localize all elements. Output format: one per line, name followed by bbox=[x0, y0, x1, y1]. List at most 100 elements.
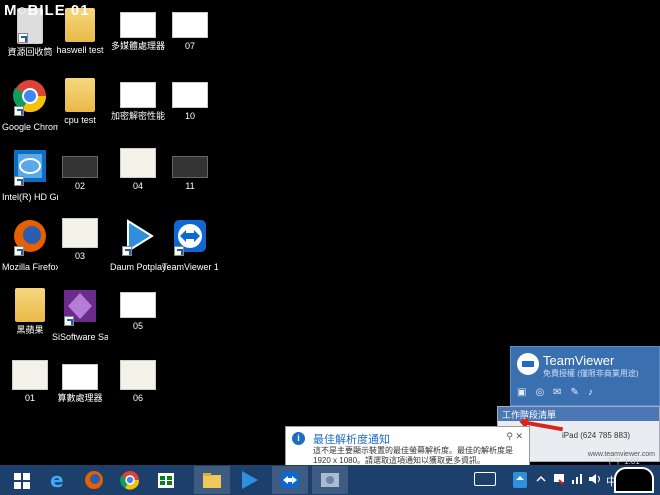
desktop-icon-file-04[interactable]: 04 bbox=[110, 148, 166, 192]
desktop-icon-label: 黑蘋果 bbox=[16, 325, 44, 335]
teamviewer-icon bbox=[281, 472, 299, 488]
desktop-icon-file-01[interactable]: 01 bbox=[2, 360, 58, 404]
taskbar-firefox[interactable] bbox=[76, 466, 112, 494]
file-05-icon bbox=[120, 292, 156, 318]
notification-title: 最佳解析度通知 bbox=[313, 434, 390, 446]
file-07-icon bbox=[172, 12, 208, 38]
cpu-test-icon bbox=[65, 78, 95, 112]
shortcut-arrow-icon bbox=[14, 176, 24, 186]
desktop-icon-encrypt[interactable]: 加密解密性能 bbox=[110, 78, 166, 122]
taskbar-ie[interactable]: e bbox=[40, 466, 76, 494]
desktop-icon-label: 05 bbox=[132, 321, 143, 331]
file-10-icon bbox=[172, 82, 208, 108]
windows-logo-icon bbox=[14, 473, 30, 489]
shortcut-arrow-icon bbox=[14, 246, 24, 256]
desktop-icon-multimedia[interactable]: 多媒體處理器 bbox=[110, 8, 166, 52]
desktop-icon-sisoftware[interactable]: SiSoftware Sandra 精... bbox=[52, 288, 108, 343]
shortcut-arrow-icon bbox=[122, 246, 132, 256]
desktop-icon-label: 06 bbox=[132, 393, 143, 403]
file-04-icon bbox=[120, 148, 156, 178]
keyboard-overlay-icon[interactable] bbox=[614, 467, 654, 493]
volume-icon[interactable] bbox=[588, 472, 602, 486]
touch-keyboard-icon[interactable] bbox=[474, 472, 496, 486]
notification-body: 這不是主要顯示裝置的最佳螢幕解析度。最佳的解析度是 1920 x 1080。請選… bbox=[313, 446, 513, 465]
desktop-icon-label: Google Chrome bbox=[2, 122, 58, 132]
network-icon[interactable] bbox=[570, 472, 584, 486]
desktop-icon-label: SiSoftware Sandra 精... bbox=[52, 332, 108, 342]
desktop-icon-potplayer[interactable]: Daum Potplayer-... bbox=[110, 218, 166, 273]
taskbar-chrome[interactable] bbox=[112, 466, 148, 494]
desktop-icon-label: 01 bbox=[24, 393, 35, 403]
file-01-icon bbox=[12, 360, 48, 390]
shortcut-arrow-icon bbox=[14, 106, 24, 116]
compute-icon bbox=[62, 364, 98, 390]
svg-text:e: e bbox=[50, 468, 64, 492]
desktop-icon-label: 多媒體處理器 bbox=[110, 41, 165, 51]
info-icon: i bbox=[292, 432, 305, 445]
desktop-icon-intel-graphics[interactable]: Intel(R) HD Graphics ... bbox=[2, 148, 58, 203]
desktop-icon-label: haswell test bbox=[56, 45, 104, 55]
desktop-icon-label: 11 bbox=[185, 181, 195, 191]
desktop-icon-file-05[interactable]: 05 bbox=[110, 288, 166, 332]
taskbar-store[interactable] bbox=[148, 466, 184, 494]
desktop-icon-teamviewer[interactable]: TeamViewer 10 bbox=[162, 218, 218, 273]
teamviewer-subtitle: 免費授權 (僅限非商業用途) bbox=[543, 369, 639, 378]
app-window-icon bbox=[321, 473, 339, 487]
desktop-icon-label: 07 bbox=[184, 41, 195, 51]
encrypt-icon bbox=[120, 82, 156, 108]
start-button[interactable] bbox=[4, 466, 40, 494]
shortcut-arrow-icon bbox=[18, 33, 28, 43]
desktop-icon-label: 03 bbox=[74, 251, 85, 261]
chrome-icon bbox=[120, 471, 140, 490]
desktop-icon-label: 10 bbox=[184, 111, 195, 121]
teamviewer-toolbar[interactable]: ▣◎✉✎♪ bbox=[517, 387, 602, 398]
black-apple-icon bbox=[15, 288, 45, 322]
desktop-icon-cpu-test[interactable]: cpu test bbox=[52, 78, 108, 126]
watermark: M○BILE 01 bbox=[4, 2, 90, 19]
teamviewer-logo-icon bbox=[517, 353, 539, 375]
desktop-icon-file-03[interactable]: 03 bbox=[52, 218, 108, 262]
desktop-icon-file-07[interactable]: 07 bbox=[162, 8, 218, 52]
desktop-icon-label: 算數處理器 bbox=[57, 393, 103, 403]
play-icon bbox=[242, 471, 258, 489]
desktop-icon-file-06[interactable]: 06 bbox=[110, 360, 166, 404]
desktop-icon-label: Daum Potplayer-... bbox=[110, 262, 166, 272]
notification-controls[interactable]: ⚲ ✕ bbox=[506, 431, 523, 442]
teamviewer-panel[interactable]: TeamViewer 免費授權 (僅限非商業用途) ▣◎✉✎♪ bbox=[510, 346, 660, 406]
file-06-icon bbox=[120, 360, 156, 390]
taskbar-app[interactable] bbox=[312, 466, 348, 494]
desktop-icon-label: 資源回收筒 bbox=[7, 47, 53, 57]
taskbar-teamviewer[interactable] bbox=[272, 466, 308, 494]
taskbar: e 中 bbox=[0, 465, 660, 495]
desktop-icon-black-apple[interactable]: 黑蘋果 bbox=[2, 288, 58, 336]
desktop-icon-label: 02 bbox=[74, 181, 85, 191]
folder-icon bbox=[203, 473, 221, 488]
desktop-icon-google-chrome[interactable]: Google Chrome bbox=[2, 78, 58, 133]
teamviewer-tray-icon[interactable] bbox=[512, 471, 528, 489]
action-center-icon[interactable] bbox=[552, 472, 566, 486]
resolution-notification[interactable]: i 最佳解析度通知 ⚲ ✕ 這不是主要顯示裝置的最佳螢幕解析度。最佳的解析度是 … bbox=[285, 426, 530, 470]
desktop-icon-label: TeamViewer 10 bbox=[162, 262, 218, 272]
taskbar-potplayer[interactable] bbox=[230, 466, 266, 494]
shortcut-arrow-icon bbox=[174, 246, 184, 256]
internet-explorer-icon: e bbox=[50, 468, 64, 492]
clock[interactable]: 下午 1:01 bbox=[606, 456, 640, 467]
file-03-icon bbox=[62, 218, 98, 248]
store-icon bbox=[158, 473, 174, 488]
firefox-icon bbox=[85, 471, 103, 489]
multimedia-icon bbox=[120, 12, 156, 38]
desktop-icon-label: 04 bbox=[132, 181, 143, 191]
desktop-icon-file-02[interactable]: 02 bbox=[52, 148, 108, 192]
taskbar-explorer[interactable] bbox=[194, 466, 230, 494]
desktop-icon-firefox[interactable]: Mozilla Firefox bbox=[2, 218, 58, 273]
desktop-icon-label: cpu test bbox=[64, 115, 96, 125]
desktop-icon-file-10[interactable]: 10 bbox=[162, 78, 218, 122]
shortcut-arrow-icon bbox=[64, 316, 74, 326]
desktop-icon-compute[interactable]: 算數處理器 bbox=[52, 360, 108, 404]
desktop-icon-file-11[interactable]: 11 bbox=[162, 148, 218, 192]
file-11-icon bbox=[172, 156, 208, 178]
desktop-icon-label: 加密解密性能 bbox=[110, 111, 165, 121]
file-02-icon bbox=[62, 156, 98, 178]
desktop-icon-label: Intel(R) HD Graphics ... bbox=[2, 192, 58, 202]
up-arrow-icon[interactable] bbox=[534, 472, 548, 486]
